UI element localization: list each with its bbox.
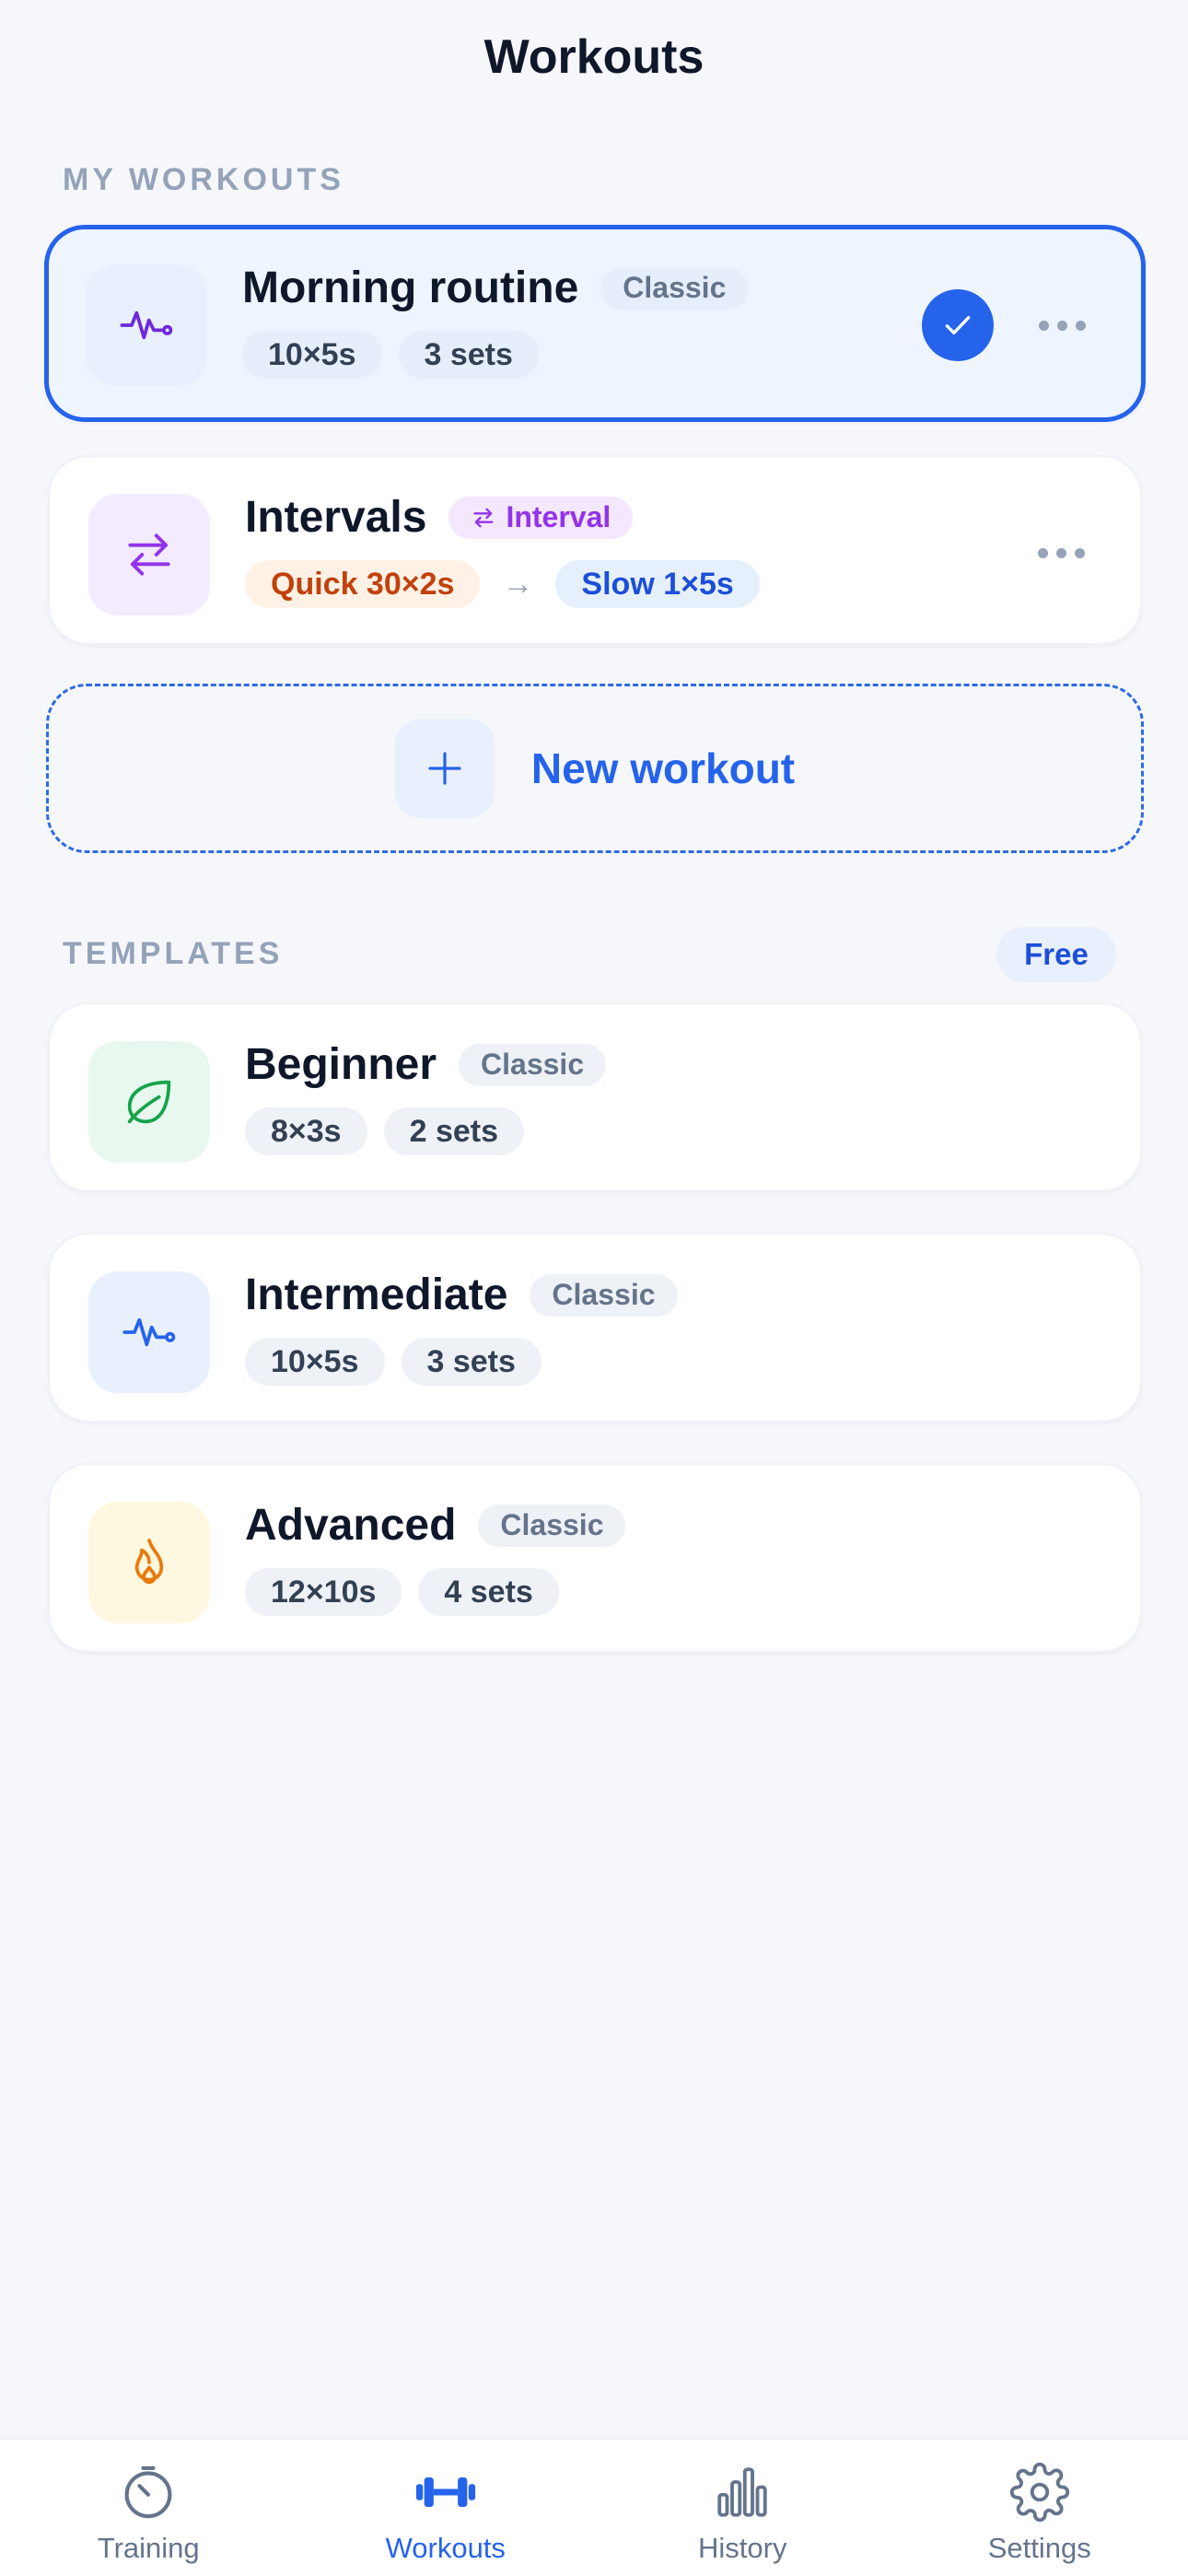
plus-icon [394,719,495,818]
timer-icon [116,2460,181,2524]
tab-label: Settings [987,2532,1091,2564]
template-title: Beginner [245,1040,437,1089]
free-badge: Free [996,927,1116,982]
tab-training[interactable]: Training [0,2440,297,2576]
section-label-my-workouts: MY WORKOUTS [63,162,344,197]
reps-chip: 8×3s [245,1107,367,1155]
gear-icon [1007,2460,1072,2524]
sets-chip: 4 sets [418,1568,559,1616]
template-title: Intermediate [245,1270,508,1319]
leaf-icon [88,1041,210,1163]
tab-workouts[interactable]: Workouts [297,2440,595,2576]
new-workout-label: New workout [530,744,796,792]
dumbbell-icon [413,2460,478,2524]
tab-bar: Training Workouts History Settings [0,2438,1188,2576]
workout-title: Morning routine [242,263,579,312]
tab-history[interactable]: History [594,2440,891,2576]
sets-chip: 3 sets [398,331,539,379]
more-options-icon[interactable] [1031,533,1090,573]
tab-label: Training [97,2532,200,2564]
swap-arrows-icon [88,494,210,615]
type-badge: Classic [600,266,749,310]
chip-row: 8×3s 2 sets [245,1107,524,1155]
sets-chip: 3 sets [401,1338,542,1386]
reps-chip: 10×5s [245,1338,385,1386]
workout-title: Intervals [245,493,427,542]
sets-chip: 2 sets [383,1107,524,1155]
chip-row: 12×10s 4 sets [245,1568,559,1616]
slow-phase-chip: Slow 1×5s [555,560,760,608]
flame-icon [88,1502,210,1623]
tab-label: Workouts [385,2532,506,2564]
type-badge: Classic [459,1043,607,1086]
chip-row: Quick 30×2s → Slow 1×5s [245,560,760,608]
type-badge: Classic [478,1504,626,1547]
arrow-right-icon: → [502,566,534,602]
pulse-icon [88,1271,210,1393]
section-label-templates: TEMPLATES [63,936,284,971]
swap-arrows-icon [473,508,494,527]
more-options-icon[interactable] [1032,305,1091,345]
template-title: Advanced [245,1501,457,1550]
workout-card-intervals[interactable]: Intervals Interval Quick 30×2s → Slow 1×… [48,455,1142,645]
tab-settings[interactable]: Settings [891,2440,1188,2576]
bar-chart-icon [710,2460,775,2524]
pulse-icon [86,264,207,386]
new-workout-button[interactable]: New workout [46,684,1144,853]
type-badge: Interval [448,496,634,539]
quick-phase-chip: Quick 30×2s [245,560,481,608]
template-card-intermediate[interactable]: Intermediate Classic 10×5s 3 sets [48,1233,1142,1423]
page-title: Workouts [483,30,705,84]
template-card-beginner[interactable]: Beginner Classic 8×3s 2 sets [48,1002,1142,1192]
type-badge: Classic [530,1273,678,1317]
chip-row: 10×5s 3 sets [245,1338,542,1386]
reps-chip: 12×10s [245,1568,402,1616]
selected-check-icon[interactable] [922,289,994,361]
workout-card-morning-routine[interactable]: Morning routine Classic 10×5s 3 sets [44,225,1146,422]
template-card-advanced[interactable]: Advanced Classic 12×10s 4 sets [48,1463,1142,1653]
reps-chip: 10×5s [242,331,382,379]
chip-row: 10×5s 3 sets [242,331,539,379]
tab-label: History [698,2532,787,2564]
